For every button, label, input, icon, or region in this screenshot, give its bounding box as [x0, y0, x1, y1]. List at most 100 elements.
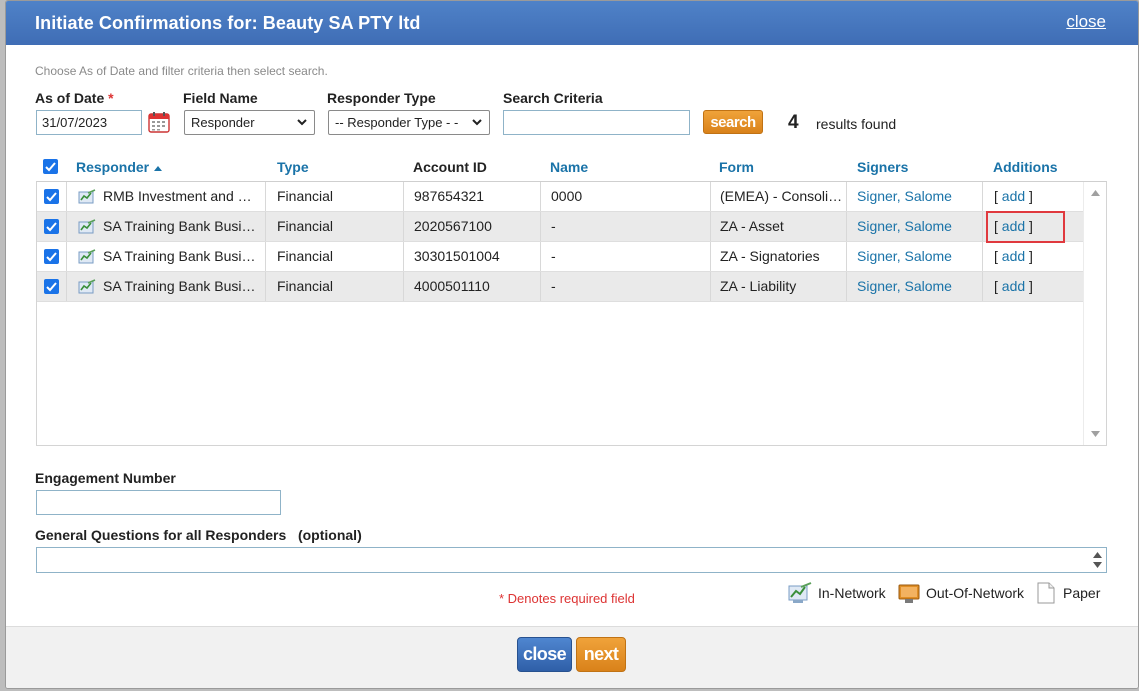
in-network-icon [78, 189, 96, 204]
engagement-number-label: Engagement Number [35, 470, 176, 486]
column-header-account-id: Account ID [413, 159, 487, 175]
form-cell: ZA - Asset [720, 218, 784, 234]
form-cell: (EMEA) - Consolidated [720, 188, 845, 204]
responder-type-select[interactable]: -- Responder Type - - [328, 110, 490, 135]
in-network-icon [78, 219, 96, 234]
signers-link[interactable]: Signer, Salome [857, 242, 982, 271]
account-id-cell: 4000501110 [414, 278, 490, 294]
column-header-form[interactable]: Form [719, 159, 754, 175]
checkmark-icon [46, 192, 57, 202]
checkmark-icon [46, 282, 57, 292]
responder-cell: SA Training Bank Business [103, 248, 261, 264]
table-row[interactable]: SA Training Bank Business Financial 3030… [37, 242, 1083, 272]
responder-cell: RMB Investment and Corporate Banking [103, 188, 261, 204]
as-of-date-label: As of Date * [35, 90, 114, 106]
engagement-number-input[interactable] [36, 490, 281, 515]
type-cell: Financial [277, 218, 334, 234]
responder-cell: SA Training Bank Business [103, 218, 261, 234]
calendar-icon[interactable] [148, 111, 170, 133]
checkmark-icon [46, 252, 57, 262]
name-cell: - [551, 278, 556, 294]
name-cell: - [551, 248, 556, 264]
account-id-cell: 987654321 [414, 188, 485, 204]
checkmark-icon [45, 162, 56, 172]
column-header-signers[interactable]: Signers [857, 159, 908, 175]
chevron-down-icon [472, 119, 482, 126]
out-of-network-legend-icon [898, 584, 920, 603]
add-link-highlight [986, 211, 1065, 243]
dialog-title: Initiate Confirmations for: Beauty SA PT… [35, 13, 421, 33]
type-cell: Financial [277, 188, 334, 204]
field-name-select[interactable]: Responder [184, 110, 315, 135]
responders-grid: RMB Investment and Corporate Banking Fin… [36, 181, 1107, 446]
results-found-label: results found [816, 116, 897, 132]
close-button[interactable]: close [517, 637, 572, 672]
table-row[interactable]: SA Training Bank Business Financial 2020… [37, 212, 1083, 242]
in-network-icon [78, 249, 96, 264]
additions-cell: [ add ] [994, 248, 1033, 264]
column-header-additions[interactable]: Additions [993, 159, 1058, 175]
instructions-text: Choose As of Date and filter criteria th… [35, 64, 328, 78]
spinner-arrows-icon[interactable] [1093, 551, 1102, 569]
dialog-titlebar: Initiate Confirmations for: Beauty SA PT… [6, 1, 1138, 45]
scroll-up-icon[interactable] [1091, 190, 1100, 196]
field-name-selected-value: Responder [191, 115, 255, 130]
table-row[interactable]: RMB Investment and Corporate Banking Fin… [37, 182, 1083, 212]
initiate-confirmations-dialog: Initiate Confirmations for: Beauty SA PT… [5, 0, 1139, 689]
search-criteria-label: Search Criteria [503, 90, 603, 106]
out-of-network-legend-label: Out-Of-Network [926, 585, 1025, 601]
general-questions-label-text: General Questions for all Responders [35, 527, 287, 543]
add-link[interactable]: add [1002, 188, 1025, 204]
grid-scrollbar[interactable] [1083, 182, 1106, 445]
responder-type-selected-value: -- Responder Type - - [335, 115, 459, 130]
column-header-type[interactable]: Type [277, 159, 309, 175]
in-network-legend-label: In-Network [818, 585, 886, 601]
table-row[interactable]: SA Training Bank Business Financial 4000… [37, 272, 1083, 302]
select-all-checkbox[interactable] [43, 159, 58, 174]
signers-link[interactable]: Signer, Salome [857, 182, 982, 211]
results-count: 4 [788, 112, 799, 133]
account-id-cell: 2020567100 [414, 218, 492, 234]
optional-label: (optional) [297, 527, 362, 543]
next-button[interactable]: next [576, 637, 626, 672]
row-checkbox[interactable] [44, 219, 59, 234]
general-questions-textarea[interactable] [36, 547, 1107, 573]
form-cell: ZA - Liability [720, 278, 797, 294]
in-network-icon [78, 279, 96, 294]
grid-header: Responder Type Account ID Name Form Sign… [35, 151, 1107, 181]
general-questions-label: General Questions for all Responders (op… [35, 527, 362, 543]
responder-cell: SA Training Bank Business [103, 278, 261, 294]
name-cell: - [551, 218, 556, 234]
add-link[interactable]: add [1002, 248, 1025, 264]
signers-link[interactable]: Signer, Salome [857, 272, 982, 301]
scroll-down-icon[interactable] [1091, 431, 1100, 437]
add-link[interactable]: add [1002, 278, 1025, 294]
paper-legend-label: Paper [1063, 585, 1101, 601]
type-cell: Financial [277, 248, 334, 264]
paper-legend-icon [1037, 582, 1055, 604]
dialog-footer [6, 626, 1138, 688]
row-checkbox[interactable] [44, 189, 59, 204]
row-checkbox[interactable] [44, 279, 59, 294]
signers-link[interactable]: Signer, Salome [857, 212, 982, 241]
as-of-date-label-text: As of Date [35, 90, 105, 106]
column-header-name[interactable]: Name [550, 159, 588, 175]
type-cell: Financial [277, 278, 334, 294]
form-cell: ZA - Signatories [720, 248, 820, 264]
dialog-close-link[interactable]: close [1066, 12, 1106, 32]
row-checkbox[interactable] [44, 249, 59, 264]
checkmark-icon [46, 222, 57, 232]
search-criteria-input[interactable] [503, 110, 690, 135]
responder-type-label: Responder Type [327, 90, 436, 106]
column-header-responder[interactable]: Responder [76, 159, 163, 175]
as-of-date-input[interactable] [36, 110, 142, 135]
required-field-note: * Denotes required field [499, 591, 635, 606]
account-id-cell: 30301501004 [414, 248, 500, 264]
required-asterisk: * [108, 90, 114, 106]
name-cell: 0000 [551, 188, 583, 204]
additions-cell: [ add ] [994, 188, 1033, 204]
sort-ascending-icon [154, 166, 163, 171]
search-button[interactable]: search [703, 110, 763, 134]
chevron-down-icon [297, 119, 307, 126]
field-name-label: Field Name [183, 90, 258, 106]
